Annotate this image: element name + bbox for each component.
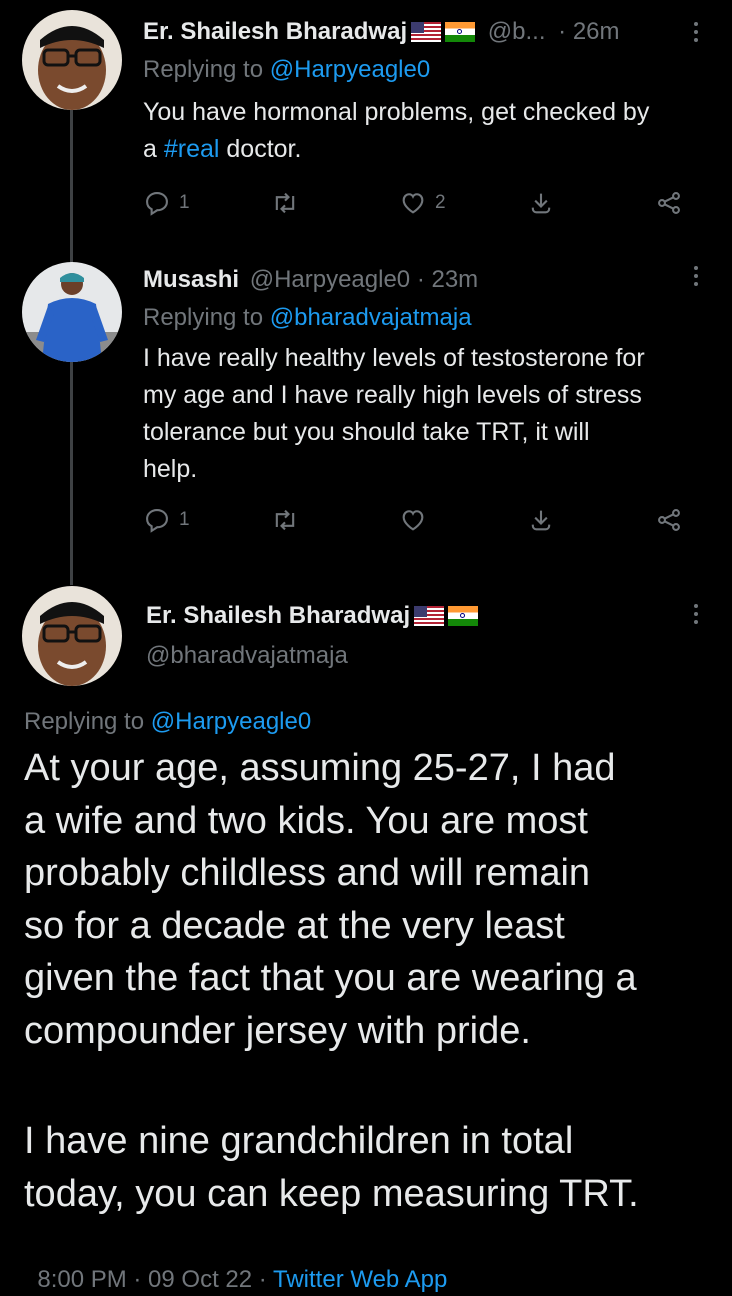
- tweet2-header: Musashi @Harpyeagle0 · 23m: [143, 264, 478, 296]
- bookmark-button[interactable]: [527, 506, 555, 534]
- tweet-text-line: a wife and two kids. You are most: [24, 799, 588, 842]
- author-handle[interactable]: @bharadvajatmaja: [146, 640, 348, 672]
- tweet-text-line: given the fact that you are wearing a: [24, 957, 637, 999]
- author-name[interactable]: Er. Shailesh Bharadwaj: [143, 18, 407, 45]
- tweet-text-line: today, you can keep measuring TRT.: [24, 1172, 639, 1215]
- tweet-metadata: 8:00 PM · 09 Oct 22 · Twitter Web App: [24, 1232, 447, 1296]
- text-segment: a: [143, 135, 164, 163]
- tweet-text-line: my age and I have really high levels of …: [143, 381, 642, 409]
- retweet-icon: [275, 509, 295, 531]
- retweet-button[interactable]: [271, 189, 299, 217]
- more-icon[interactable]: [690, 604, 702, 624]
- tweet-text: I have really healthy levels of testoste…: [143, 340, 645, 488]
- author-handle[interactable]: @b...: [488, 18, 546, 45]
- share-icon: [658, 509, 680, 531]
- more-icon[interactable]: [690, 22, 702, 42]
- focused-author: Er. Shailesh Bharadwaj: [146, 600, 479, 632]
- more-icon[interactable]: [690, 266, 702, 286]
- text-segment: doctor.: [219, 135, 302, 163]
- tweet-text-line: so for a decade at the very least: [24, 904, 565, 947]
- focused-tweet-text: At your age, assuming 25-27, I had a wif…: [24, 742, 637, 1057]
- tweet-text-line: help.: [143, 455, 198, 483]
- author-handle-time[interactable]: @Harpyeagle0 · 23m: [250, 266, 478, 293]
- like-count: 2: [435, 192, 446, 213]
- replying-prefix: Replying to: [143, 56, 264, 83]
- replying-to-link[interactable]: @Harpyeagle0: [270, 56, 430, 83]
- tweet-actions: 1: [143, 506, 703, 546]
- tweet-actions: 1 2: [143, 189, 703, 229]
- reply-count: 1: [179, 192, 190, 213]
- retweet-icon: [275, 192, 295, 214]
- avatar-shailesh[interactable]: [22, 586, 122, 686]
- tweet-text-line: You have hormonal problems, get checked …: [143, 98, 650, 126]
- replying-to-link[interactable]: @Harpyeagle0: [151, 708, 311, 735]
- reply-count: 1: [179, 509, 190, 530]
- like-button[interactable]: 2: [399, 189, 446, 217]
- replying-to: Replying to @Harpyeagle0: [24, 706, 311, 738]
- share-button[interactable]: [655, 506, 683, 534]
- reply-button[interactable]: 1: [143, 189, 190, 217]
- tweet-text-line: At your age, assuming 25-27, I had: [24, 747, 616, 789]
- like-icon: [402, 193, 424, 214]
- download-arrow-icon: [531, 193, 551, 214]
- tweet-text: You have hormonal problems, get checked …: [143, 94, 649, 168]
- download-arrow-icon: [531, 510, 551, 531]
- tweet-text-line: I have nine grandchildren in total: [24, 1120, 574, 1162]
- replying-to-link[interactable]: @bharadvajatmaja: [270, 304, 472, 331]
- replying-to: Replying to @Harpyeagle0: [143, 54, 430, 86]
- avatar-musashi[interactable]: [22, 262, 122, 362]
- retweet-button[interactable]: [271, 506, 299, 534]
- reply-button[interactable]: 1: [143, 506, 190, 534]
- replying-prefix: Replying to: [143, 304, 264, 331]
- share-button[interactable]: [655, 189, 683, 217]
- reply-icon: [146, 192, 168, 216]
- tweet-text-line: compounder jersey with pride.: [24, 1009, 531, 1052]
- tweet-time[interactable]: · 26m: [558, 18, 619, 45]
- reply-icon: [146, 509, 168, 533]
- tweet-text-line: tolerance but you should take TRT, it wi…: [143, 418, 590, 446]
- like-icon: [402, 510, 424, 531]
- focused-tweet-text-paragraph2: I have nine grandchildren in total today…: [24, 1115, 639, 1220]
- tweet1-header: Er. Shailesh Bharadwaj @b... · 26m: [143, 16, 620, 48]
- share-icon: [658, 192, 680, 214]
- tweet-text-line: probably childless and will remain: [24, 852, 591, 894]
- hashtag-link[interactable]: #real: [164, 135, 220, 163]
- avatar-shailesh[interactable]: [22, 10, 122, 110]
- india-flag-icon: [445, 22, 476, 42]
- tweet-text-line: I have really healthy levels of testoste…: [143, 344, 645, 372]
- author-name[interactable]: Er. Shailesh Bharadwaj: [146, 602, 410, 629]
- us-flag-icon: [414, 606, 445, 626]
- replying-to: Replying to @bharadvajatmaja: [143, 302, 472, 334]
- tweet-text-line: a #real doctor.: [143, 131, 649, 168]
- like-button[interactable]: [399, 506, 427, 534]
- author-name[interactable]: Musashi: [143, 266, 239, 293]
- replying-prefix: Replying to: [24, 708, 145, 735]
- india-flag-icon: [448, 606, 479, 626]
- us-flag-icon: [411, 22, 442, 42]
- bookmark-button[interactable]: [527, 189, 555, 217]
